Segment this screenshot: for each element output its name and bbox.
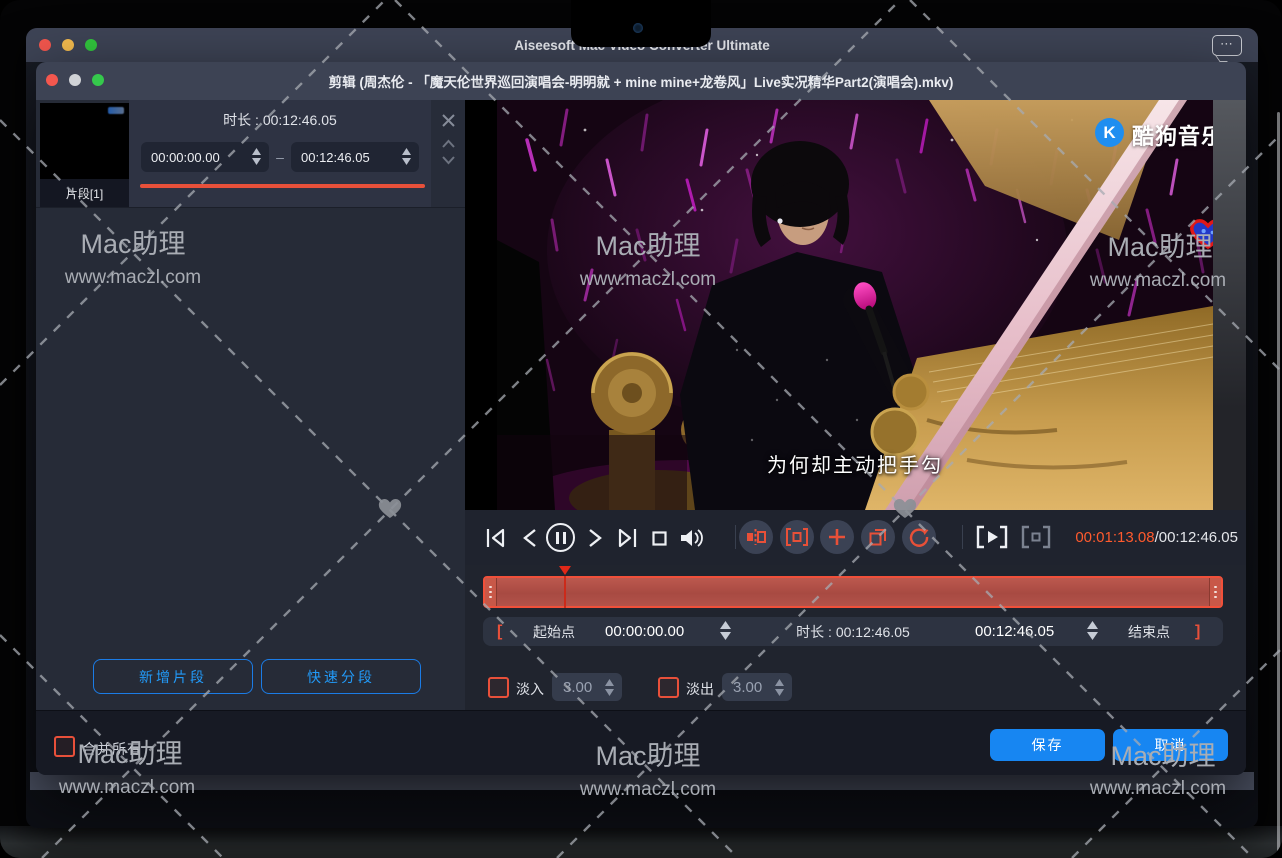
dialog-titlebar: 剪辑 (周杰伦 - 「魔天伦世界巡回演唱会-明明就 + mine mine+龙卷… (36, 62, 1246, 100)
fade-out-checkbox[interactable] (658, 677, 679, 698)
camera-dot (633, 23, 643, 33)
clip-dialog: 剪辑 (周杰伦 - 「魔天伦世界巡回演唱会-明明就 + mine mine+龙卷… (36, 62, 1246, 775)
fade-in-input[interactable]: 3.00 (552, 673, 622, 701)
kugou-logo: K 酷狗音乐 (1095, 117, 1213, 149)
clip-thumb-label: 片段[1] (40, 179, 129, 207)
segment-select-button[interactable] (780, 520, 814, 554)
clip-move-down-icon[interactable] (431, 152, 465, 168)
timeline-left-handle[interactable] (485, 578, 497, 606)
clip-move-up-icon[interactable] (431, 136, 465, 152)
add-clip-button[interactable]: 新增片段 (93, 659, 253, 694)
trim-start-label: 起始点 (533, 617, 575, 646)
merge-all-checkbox[interactable] (54, 736, 75, 757)
range-separator: – (271, 142, 289, 172)
clip-thumbnail[interactable] (40, 103, 129, 179)
dialog-body: 时长 : 00:12:46.05 00:00:00.00 – 00:12:46.… (36, 100, 1246, 710)
fade-out-stepper[interactable] (775, 679, 784, 696)
kugou-mini-logo (108, 107, 124, 114)
clip-progress-line (140, 184, 425, 188)
prev-frame-button[interactable] (517, 524, 543, 552)
split-clip-button[interactable] (739, 520, 773, 554)
fade-in-checkbox[interactable] (488, 677, 509, 698)
trim-bracket-left-icon: [ (497, 617, 502, 646)
dialog-footer: 合并所有 保存 取消 (36, 710, 1246, 775)
desktop-edge (0, 826, 1282, 858)
feedback-icon[interactable]: ⋯ (1212, 35, 1242, 56)
kugou-letter: K (1103, 123, 1115, 143)
heart-sticker-icon (1190, 218, 1213, 250)
stepper-down-icon (252, 158, 261, 165)
stepper-down-icon (402, 158, 411, 165)
clip-side-controls (431, 100, 465, 207)
next-frame-button[interactable] (582, 524, 608, 552)
clip-row-divider (36, 207, 465, 208)
dialog-title: 剪辑 (周杰伦 - 「魔天伦世界巡回演唱会-明明就 + mine mine+龙卷… (36, 62, 1246, 100)
fade-out-value: 3.00 (733, 679, 762, 696)
video-right-curtain (1213, 100, 1246, 510)
player-panel: K 酷狗音乐 为何却主动把手勾 (465, 100, 1246, 710)
clip-end-value: 00:12:46.05 (301, 150, 370, 165)
editor-section: [ 起始点 00:00:00.00 时长 : 00:12:46.05 00:12… (465, 565, 1246, 710)
time-total: 00:12:46.05 (1159, 529, 1238, 546)
fade-in-stepper[interactable] (605, 679, 614, 696)
clip-row[interactable]: 时长 : 00:12:46.05 00:00:00.00 – 00:12:46.… (36, 100, 465, 207)
screen: Aiseesoft Mac Video Converter Ultimate ⋯… (0, 0, 1282, 858)
video-subtitle: 为何却主动把手勾 (497, 448, 1213, 478)
quick-split-button[interactable]: 快速分段 (261, 659, 421, 694)
clip-duration-label: 时长 : 00:12:46.05 (129, 110, 431, 130)
trim-duration-label: 时长 : 00:12:46.05 (763, 617, 943, 646)
clip-end-input[interactable]: 00:12:46.05 (291, 142, 419, 172)
fade-out-input[interactable]: 3.00 (722, 673, 792, 701)
trim-bar: [ 起始点 00:00:00.00 时长 : 00:12:46.05 00:12… (483, 617, 1223, 646)
clip-start-stepper[interactable] (252, 148, 261, 165)
volume-button[interactable] (677, 524, 707, 552)
skip-to-end-button[interactable] (614, 524, 642, 552)
trim-start-stepper[interactable] (720, 621, 731, 640)
trim-end-value[interactable]: 00:12:46.05 (975, 617, 1054, 646)
stepper-up-icon (252, 148, 261, 155)
time-display: 00:01:13.08 / 00:12:46.05 (1075, 510, 1238, 565)
stepper-up-icon (402, 148, 411, 155)
reset-button[interactable] (902, 520, 936, 554)
trim-bracket-right-icon: ] (1195, 617, 1200, 646)
playhead-line[interactable] (564, 576, 566, 608)
copy-segment-button[interactable] (861, 520, 895, 554)
clip-delete-icon[interactable] (431, 110, 465, 130)
divider (735, 525, 736, 549)
stop-button[interactable] (646, 524, 672, 552)
divider (962, 525, 963, 549)
trim-end-stepper[interactable] (1087, 621, 1098, 640)
fade-out-label: 淡出 (686, 679, 714, 699)
clip-start-input[interactable]: 00:00:00.00 (141, 142, 269, 172)
time-current: 00:01:13.08 (1075, 529, 1154, 546)
clip-start-value: 00:00:00.00 (151, 150, 220, 165)
kugou-k-icon: K (1095, 118, 1124, 147)
clip-details: 时长 : 00:12:46.05 00:00:00.00 – 00:12:46.… (129, 100, 431, 207)
skip-to-start-button[interactable] (481, 524, 509, 552)
trim-end-label: 结束点 (1128, 617, 1170, 646)
kugou-logo-text: 酷狗音乐 (1132, 119, 1213, 151)
fade-in-value: 3.00 (563, 679, 592, 696)
save-button[interactable]: 保存 (990, 729, 1105, 761)
playhead-marker[interactable] (559, 566, 571, 575)
stop-segment-button[interactable] (1017, 523, 1055, 551)
timeline-track[interactable] (483, 576, 1223, 608)
clip-end-stepper[interactable] (402, 148, 411, 165)
video-frame[interactable]: K 酷狗音乐 为何却主动把手勾 (497, 100, 1213, 510)
video-viewport: K 酷狗音乐 为何却主动把手勾 (465, 100, 1246, 510)
trim-start-value[interactable]: 00:00:00.00 (605, 617, 684, 646)
play-segment-button[interactable] (973, 523, 1011, 551)
clip-list-panel: 时长 : 00:12:46.05 00:00:00.00 – 00:12:46.… (36, 100, 465, 710)
pause-button[interactable] (546, 523, 575, 552)
merge-all-label: 合并所有 (82, 739, 142, 759)
fade-in-label: 淡入 (516, 679, 544, 699)
cancel-button[interactable]: 取消 (1113, 729, 1228, 761)
add-segment-button[interactable] (820, 520, 854, 554)
timeline-right-handle[interactable] (1209, 578, 1221, 606)
screen-edge-highlight (1277, 112, 1280, 852)
transport-bar: 00:01:13.08 / 00:12:46.05 (465, 510, 1246, 565)
screen-notch (571, 0, 711, 47)
